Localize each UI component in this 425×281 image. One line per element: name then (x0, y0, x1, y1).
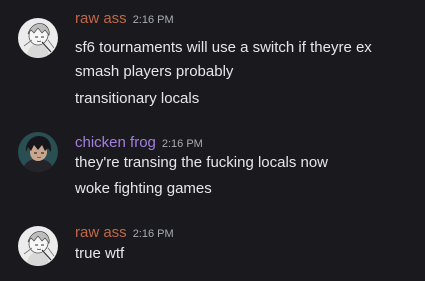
message-text: they're transing the fucking locals now (75, 154, 329, 171)
username[interactable]: chicken frog (75, 134, 156, 151)
username[interactable]: raw ass (75, 224, 127, 241)
timestamp: 2:16 PM (132, 14, 174, 26)
message-text: true wtf (75, 245, 125, 262)
message-text: sf6 tournaments will use a switch if the… (75, 39, 372, 56)
anime-sketch-avatar-icon (18, 226, 58, 266)
message-header: chicken frog 2:16 PM (75, 134, 203, 152)
anime-sketch-avatar-icon (18, 18, 58, 58)
message-text: transitionary locals (75, 90, 200, 107)
message-text: smash players probably (75, 63, 234, 80)
user-avatar[interactable] (18, 132, 58, 172)
username[interactable]: raw ass (75, 10, 127, 27)
user-avatar[interactable] (18, 226, 58, 266)
message-header: raw ass 2:16 PM (75, 10, 174, 28)
message-text: woke fighting games (75, 180, 212, 197)
dark-haired-character-avatar-icon (18, 132, 58, 172)
user-avatar[interactable] (18, 18, 58, 58)
message-list: raw ass 2:16 PM sf6 tournaments will use … (0, 0, 425, 281)
timestamp: 2:16 PM (161, 138, 203, 150)
message-header: raw ass 2:16 PM (75, 224, 174, 242)
timestamp: 2:16 PM (132, 228, 174, 240)
